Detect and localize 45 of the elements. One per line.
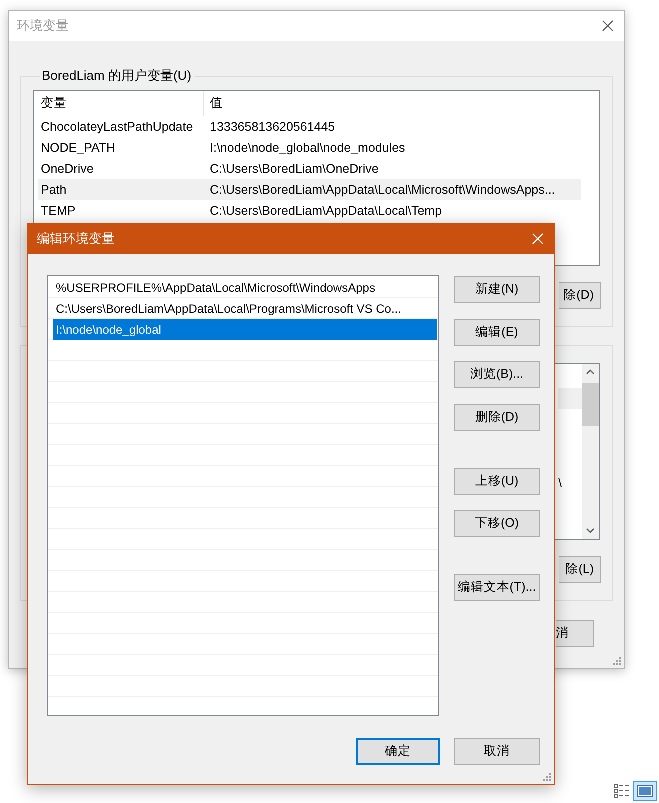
preview-view-icon	[637, 785, 653, 797]
view-button[interactable]	[612, 781, 632, 801]
variable-row[interactable]: NODE_PATH I:\node\node_global\node_modules	[38, 137, 581, 158]
path-entry[interactable]: I:\node\node_global	[53, 319, 437, 340]
scroll-thumb[interactable]	[582, 383, 599, 426]
action-button[interactable]: 编辑(E)	[454, 318, 540, 346]
variable-name: NODE_PATH	[40, 140, 117, 154]
action-button[interactable]: 下移(O)	[454, 510, 540, 537]
variable-row[interactable]: ChocolateyLastPathUpdate 133365813620561445	[38, 116, 581, 137]
variable-value: I:\node\node_global\node_modules	[209, 140, 406, 154]
path-entry[interactable]: %USERPROFILE%\AppData\Local\Microsoft\WindowsApps	[53, 277, 437, 298]
delete-button[interactable]: 除(L)	[559, 556, 601, 583]
group-label: BoredLiam 的用户变量(U)	[41, 67, 193, 85]
resize-grip-icon[interactable]	[542, 772, 552, 782]
variable-value: C:\Users\BoredLiam\AppData\Local\Temp	[209, 204, 442, 218]
delete-button[interactable]: 除(D)	[559, 282, 601, 309]
cancel-button[interactable]: 消	[556, 620, 594, 647]
variable-row[interactable]: Path C:\Users\BoredLiam\AppData\Local\Microsoft\WindowsApps...	[38, 179, 581, 200]
action-button[interactable]: 删除(D)	[454, 404, 540, 430]
close-icon[interactable]	[602, 20, 614, 32]
variable-value: \	[558, 476, 562, 490]
path-entry[interactable]: C:\Users\BoredLiam\AppData\Local\Programs\Microsoft VS Co...	[53, 298, 437, 319]
variable-row[interactable]: OneDrive C:\Users\BoredLiam\OneDrive	[38, 158, 581, 179]
variable-value: 133365813620561445	[209, 120, 336, 134]
action-button[interactable]: 上移(U)	[454, 468, 540, 494]
action-button[interactable]: 浏览(B)...	[454, 361, 540, 388]
variable-value: C:\Users\BoredLiam\OneDrive	[209, 162, 379, 176]
variable-name: TEMP	[40, 204, 77, 218]
dialog-title: 编辑环境变量	[37, 230, 115, 248]
action-button[interactable]: 新建(N)	[454, 276, 540, 303]
variable-name: Path	[40, 182, 68, 196]
variable-row[interactable]: TEMP C:\Users\BoredLiam\AppData\Local\Temp	[38, 200, 581, 221]
variable-name: OneDrive	[40, 162, 95, 176]
view-button[interactable]	[633, 781, 657, 801]
column-header[interactable]: 变量	[38, 91, 204, 116]
ok-button[interactable]: 确定	[356, 738, 440, 765]
scrollbar[interactable]	[582, 364, 599, 539]
variable-name: ChocolateyLastPathUpdate	[40, 120, 194, 134]
details-view-icon	[614, 784, 630, 798]
action-button[interactable]: 编辑文本(T)...	[454, 574, 540, 601]
cancel-button[interactable]: 取消	[454, 738, 540, 765]
column-header[interactable]: 值	[204, 95, 223, 112]
variable-value: C:\Users\BoredLiam\AppData\Local\Microsoft\WindowsApps...	[209, 182, 556, 196]
window-title: 环境变量	[17, 17, 69, 35]
resize-grip-icon[interactable]	[612, 656, 622, 666]
